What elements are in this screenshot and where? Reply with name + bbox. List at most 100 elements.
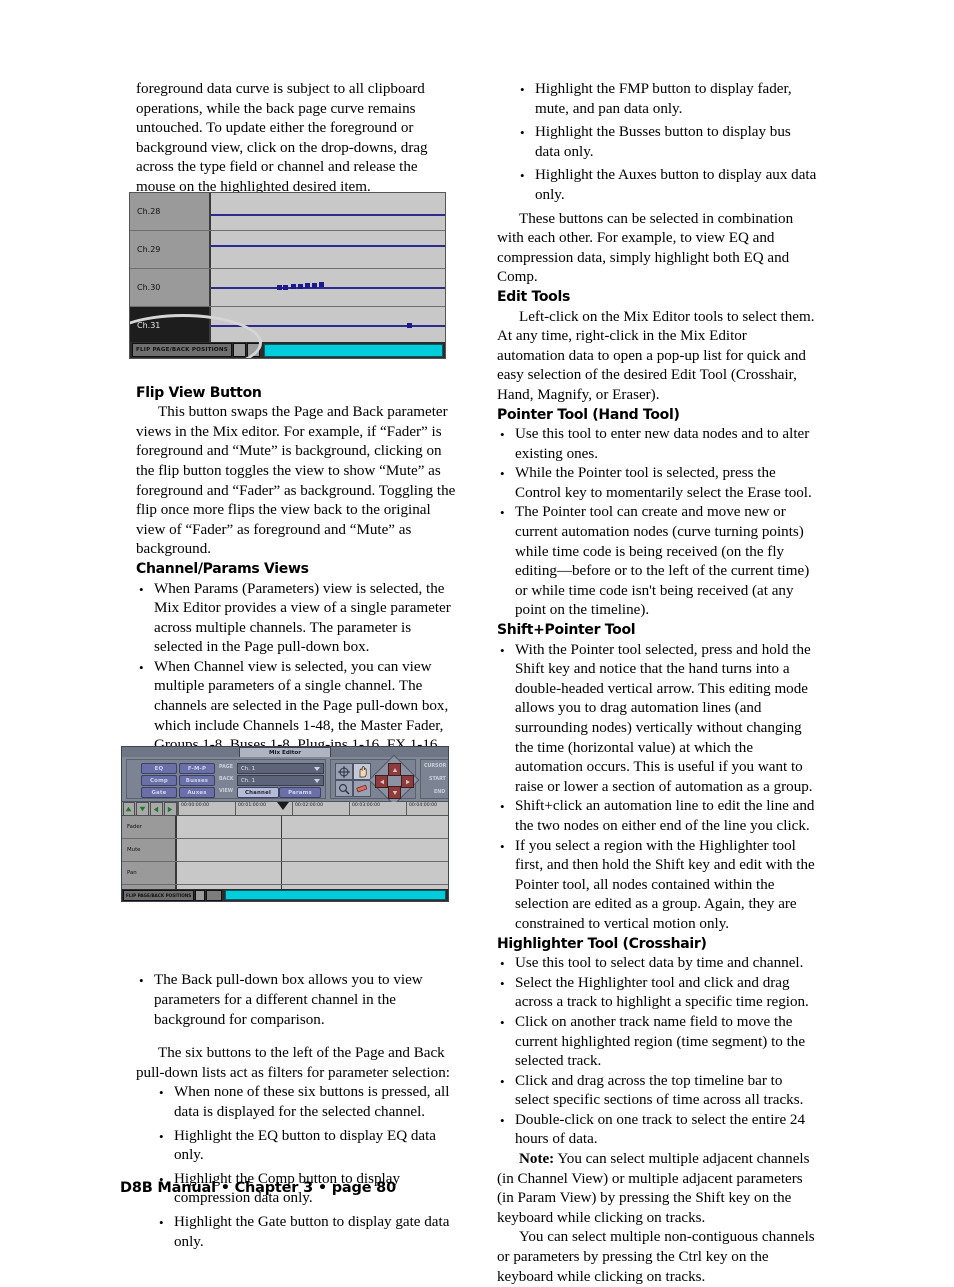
list-item: Highlight the Busses button to display b…	[517, 123, 817, 162]
intro-paragraph: foreground data curve is subject to all …	[136, 81, 428, 195]
nav-down-button[interactable]	[388, 786, 401, 799]
page-footer: D8B Manual • Chapter 3 • page 80	[120, 1180, 396, 1196]
channel-name-label[interactable]: Ch.30	[130, 269, 211, 306]
channel-name-label[interactable]: Ch.31	[130, 307, 211, 344]
automation-node[interactable]	[319, 282, 324, 287]
list-item: Highlight the FMP button to display fade…	[517, 80, 817, 119]
scroll-left-icon[interactable]	[195, 889, 206, 901]
view-label: VIEW	[219, 789, 234, 794]
busses-filter-button[interactable]: Busses	[179, 775, 215, 786]
auxes-filter-button[interactable]: Auxes	[179, 787, 215, 798]
channel-name-label[interactable]: Ch.29	[130, 231, 211, 268]
nav-left-button[interactable]	[375, 775, 388, 788]
horizontal-scrollbar[interactable]	[264, 343, 443, 357]
automation-node[interactable]	[283, 285, 288, 290]
track-row[interactable]: Fader	[122, 816, 448, 839]
shift-pointer-tool-heading: Shift+Pointer Tool	[497, 622, 636, 639]
chevron-down-icon	[314, 778, 320, 783]
track-name-label[interactable]: Pan	[122, 862, 177, 884]
timeline-ruler-row: 00:00:00:00 00:01:00:00 00:02:00:00 00:0…	[122, 802, 448, 816]
automation-lane[interactable]	[211, 269, 445, 306]
track-lane[interactable]	[177, 862, 448, 884]
six-buttons-bullet-list: When none of these six buttons is presse…	[136, 1083, 456, 1252]
channel-params-views-heading: Channel/Params Views	[136, 560, 309, 577]
cursor-timecode-label: CURSOR	[424, 764, 447, 769]
track-row[interactable]: Pan	[122, 862, 448, 885]
scroll-up-button[interactable]	[122, 802, 136, 816]
channel-name-label[interactable]: Ch.28	[130, 193, 211, 230]
nav-right-button[interactable]	[401, 775, 414, 788]
note-paragraph: Note: You can select multiple adjacent c…	[497, 1150, 817, 1228]
scroll-down-button[interactable]	[136, 802, 149, 816]
grip-handle-icon[interactable]	[247, 343, 260, 357]
right-column: Highlight the FMP button to display fade…	[497, 80, 817, 1287]
flip-page-back-positions-button[interactable]: FLIP PAGE/BACK POSITIONS	[132, 343, 232, 357]
automation-line	[211, 245, 445, 247]
automation-lane[interactable]	[211, 231, 445, 268]
fmp-filter-button[interactable]: F-M-P	[179, 763, 215, 774]
list-item: Shift+click an automation line to edit t…	[497, 797, 817, 836]
figure-channel-view: Ch.28 Ch.29 Ch.30 Ch.31 FLIP PAGE/BACK P…	[129, 192, 446, 359]
scroll-left-icon[interactable]	[233, 343, 246, 357]
automation-node[interactable]	[291, 284, 296, 289]
channel-view-button[interactable]: Channel	[237, 787, 279, 798]
back-pulldown[interactable]: Ch. 1	[237, 775, 324, 786]
cursor-line	[281, 862, 282, 884]
scroll-right-button[interactable]	[163, 802, 177, 816]
ruler-mark: 00:03:00:00	[352, 803, 381, 808]
gate-filter-button[interactable]: Gate	[141, 787, 177, 798]
track-name-label[interactable]: Mute	[122, 839, 177, 861]
automation-lane[interactable]	[211, 193, 445, 230]
channel-row[interactable]: Ch.29	[130, 231, 445, 269]
grip-handle-icon[interactable]	[206, 889, 223, 901]
eq-filter-button[interactable]: EQ	[141, 763, 177, 774]
eraser-tool-icon[interactable]	[353, 780, 371, 797]
automation-node[interactable]	[305, 283, 310, 288]
list-item: The Back pull-down box allows you to vie…	[136, 971, 456, 1030]
channel-row[interactable]: Ch.28	[130, 193, 445, 231]
edit-tools-panel	[330, 754, 420, 806]
edit-tools-heading: Edit Tools	[497, 288, 571, 305]
track-lane[interactable]	[177, 816, 448, 838]
params-view-button[interactable]: Params	[279, 787, 321, 798]
flip-view-paragraph: This button swaps the Page and Back para…	[136, 404, 456, 558]
track-name-label[interactable]: Fader	[122, 816, 177, 838]
automation-node[interactable]	[277, 285, 282, 290]
mix-editor-titlebar: Mix Editor	[122, 747, 448, 759]
end-timecode-label: END	[434, 790, 446, 795]
list-item: With the Pointer tool selected, press an…	[497, 641, 817, 798]
back-pulldown-bullet-list: The Back pull-down box allows you to vie…	[136, 971, 456, 1030]
figure-mix-editor: Mix Editor EQ F-M-P Comp Busses Gate Aux…	[121, 746, 449, 902]
automation-node[interactable]	[407, 323, 412, 328]
track-lane[interactable]	[177, 839, 448, 861]
ruler-mark: 00:01:00:00	[238, 803, 267, 808]
horizontal-scrollbar[interactable]	[225, 890, 446, 900]
flip-page-back-positions-button[interactable]: FLIP PAGE/BACK POSITIONS	[123, 889, 195, 901]
magnify-tool-icon[interactable]	[335, 780, 353, 797]
ruler-mark: 00:00:00:00	[181, 803, 210, 808]
automation-node[interactable]	[298, 284, 303, 289]
timeline-ruler[interactable]: 00:00:00:00 00:01:00:00 00:02:00:00 00:0…	[177, 802, 448, 815]
cursor-line	[281, 816, 282, 838]
hand-tool-icon[interactable]	[353, 763, 371, 780]
list-item: Select the Highlighter tool and click an…	[497, 974, 817, 1013]
list-item: Use this tool to select data by time and…	[497, 954, 817, 974]
six-buttons-paragraph: The six buttons to the left of the Page …	[136, 1045, 450, 1081]
automation-node[interactable]	[312, 283, 317, 288]
channel-row[interactable]: Ch.30	[130, 269, 445, 307]
chevron-down-icon	[314, 766, 320, 771]
playhead-marker[interactable]	[277, 802, 289, 810]
timecode-panel: CURSOR 00:08:11:12 START 00:01:49:16 END…	[420, 759, 448, 799]
mix-editor-toolbar: EQ F-M-P Comp Busses Gate Auxes PAGE Ch.…	[122, 754, 448, 806]
list-item: Highlight the EQ button to display EQ da…	[156, 1127, 456, 1166]
page-label: PAGE	[219, 765, 234, 770]
flip-view-button-heading: Flip View Button	[136, 384, 262, 401]
track-row[interactable]: Mute	[122, 839, 448, 862]
page-pulldown[interactable]: Ch. 1	[237, 763, 324, 774]
automation-lane[interactable]	[211, 307, 445, 344]
channel-row-selected[interactable]: Ch.31	[130, 307, 445, 345]
nav-up-button[interactable]	[388, 763, 401, 776]
comp-filter-button[interactable]: Comp	[141, 775, 177, 786]
crosshair-tool-icon[interactable]	[335, 763, 353, 780]
scroll-left-button[interactable]	[150, 802, 163, 816]
